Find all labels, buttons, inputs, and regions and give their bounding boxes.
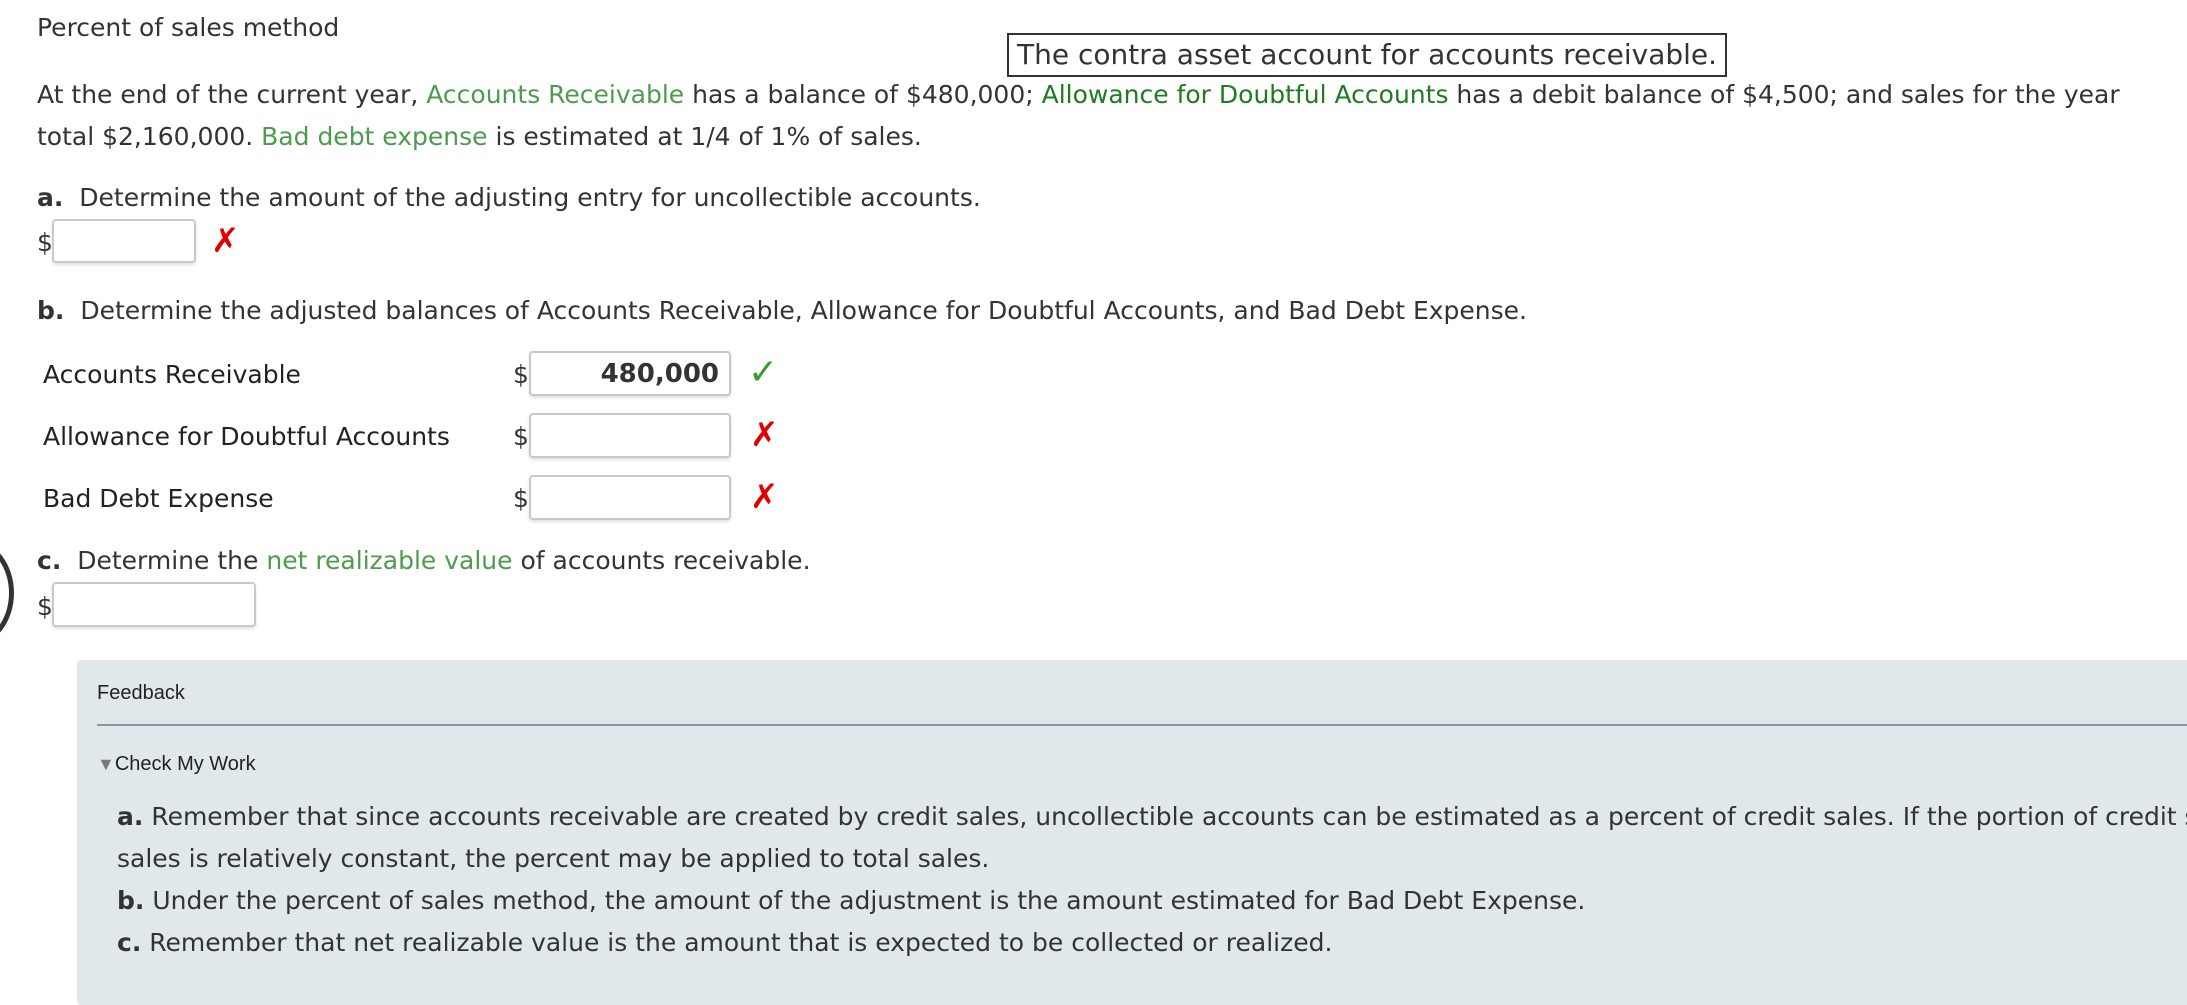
row-label-accounts-receivable: Accounts Receivable [43, 360, 301, 389]
glossary-tooltip: The contra asset account for accounts re… [1007, 33, 1728, 77]
feedback-item: c. Remember that net realizable value is… [117, 922, 2187, 964]
row-label-bad-debt-expense: Bad Debt Expense [43, 484, 274, 513]
feedback-letter: c. [117, 928, 142, 957]
bad-debt-expense-link[interactable]: Bad debt expense [261, 122, 487, 151]
bad-debt-expense-input[interactable] [529, 475, 731, 520]
question-a: a. Determine the amount of the adjusting… [37, 183, 981, 212]
feedback-text: Under the percent of sales method, the a… [152, 886, 1586, 915]
allowance-doubtful-accounts-input[interactable] [529, 413, 731, 458]
question-c: c. Determine the net realizable value of… [37, 546, 811, 575]
problem-intro: At the end of the current year, Accounts… [37, 74, 2157, 158]
currency-symbol: $ [37, 592, 53, 621]
currency-symbol: $ [513, 484, 529, 513]
net-realizable-value-link[interactable]: net realizable value [266, 546, 512, 575]
feedback-item-continued: sales is relatively constant, the percen… [117, 844, 990, 873]
check-my-work-label: Check My Work [114, 753, 256, 775]
x-icon: ✗ [211, 221, 240, 261]
x-icon: ✗ [750, 477, 779, 517]
allowance-doubtful-accounts-link[interactable]: Allowance for Doubtful Accounts [1042, 80, 1449, 109]
question-text: Determine the adjusted balances of Accou… [80, 296, 1527, 325]
question-text: Determine the [77, 546, 267, 575]
feedback-item: a. Remember that since accounts receivab… [117, 796, 2187, 838]
currency-symbol: $ [513, 422, 529, 451]
question-text: of accounts receivable. [512, 546, 811, 575]
feedback-divider [97, 724, 2187, 726]
feedback-letter: b. [117, 886, 145, 915]
feedback-title: Feedback [97, 682, 185, 704]
question-letter: b. [37, 296, 65, 325]
question-letter: a. [37, 183, 64, 212]
cursor-ring-icon [0, 540, 14, 646]
check-icon: ✓ [748, 352, 779, 393]
x-icon: ✗ [750, 415, 779, 455]
feedback-letter: a. [117, 802, 144, 831]
feedback-text: Remember that since accounts receivable … [151, 802, 2187, 831]
accounts-receivable-input[interactable] [529, 351, 731, 396]
intro-text: is estimated at 1/4 of 1% of sales. [487, 122, 922, 151]
feedback-item: b. Under the percent of sales method, th… [117, 880, 2187, 922]
question-text: Determine the amount of the adjusting en… [79, 183, 981, 212]
problem-title: Percent of sales method [37, 13, 340, 42]
accounts-receivable-link[interactable]: Accounts Receivable [426, 80, 684, 109]
question-letter: c. [37, 546, 62, 575]
currency-symbol: $ [513, 360, 529, 389]
adjusting-entry-input[interactable] [52, 219, 196, 263]
currency-symbol: $ [37, 228, 53, 257]
triangle-down-icon: ▼ [97, 754, 115, 774]
check-my-work-toggle[interactable]: ▼Check My Work [97, 753, 256, 776]
intro-text: At the end of the current year, [37, 80, 427, 109]
intro-text: has a balance of $480,000; [684, 80, 1042, 109]
net-realizable-value-input[interactable] [52, 582, 256, 627]
row-label-allowance-doubtful-accounts: Allowance for Doubtful Accounts [43, 422, 450, 451]
question-b: b. Determine the adjusted balances of Ac… [37, 296, 1527, 325]
feedback-text: Remember that net realizable value is th… [149, 928, 1333, 957]
feedback-body: a. Remember that since accounts receivab… [117, 796, 2187, 964]
